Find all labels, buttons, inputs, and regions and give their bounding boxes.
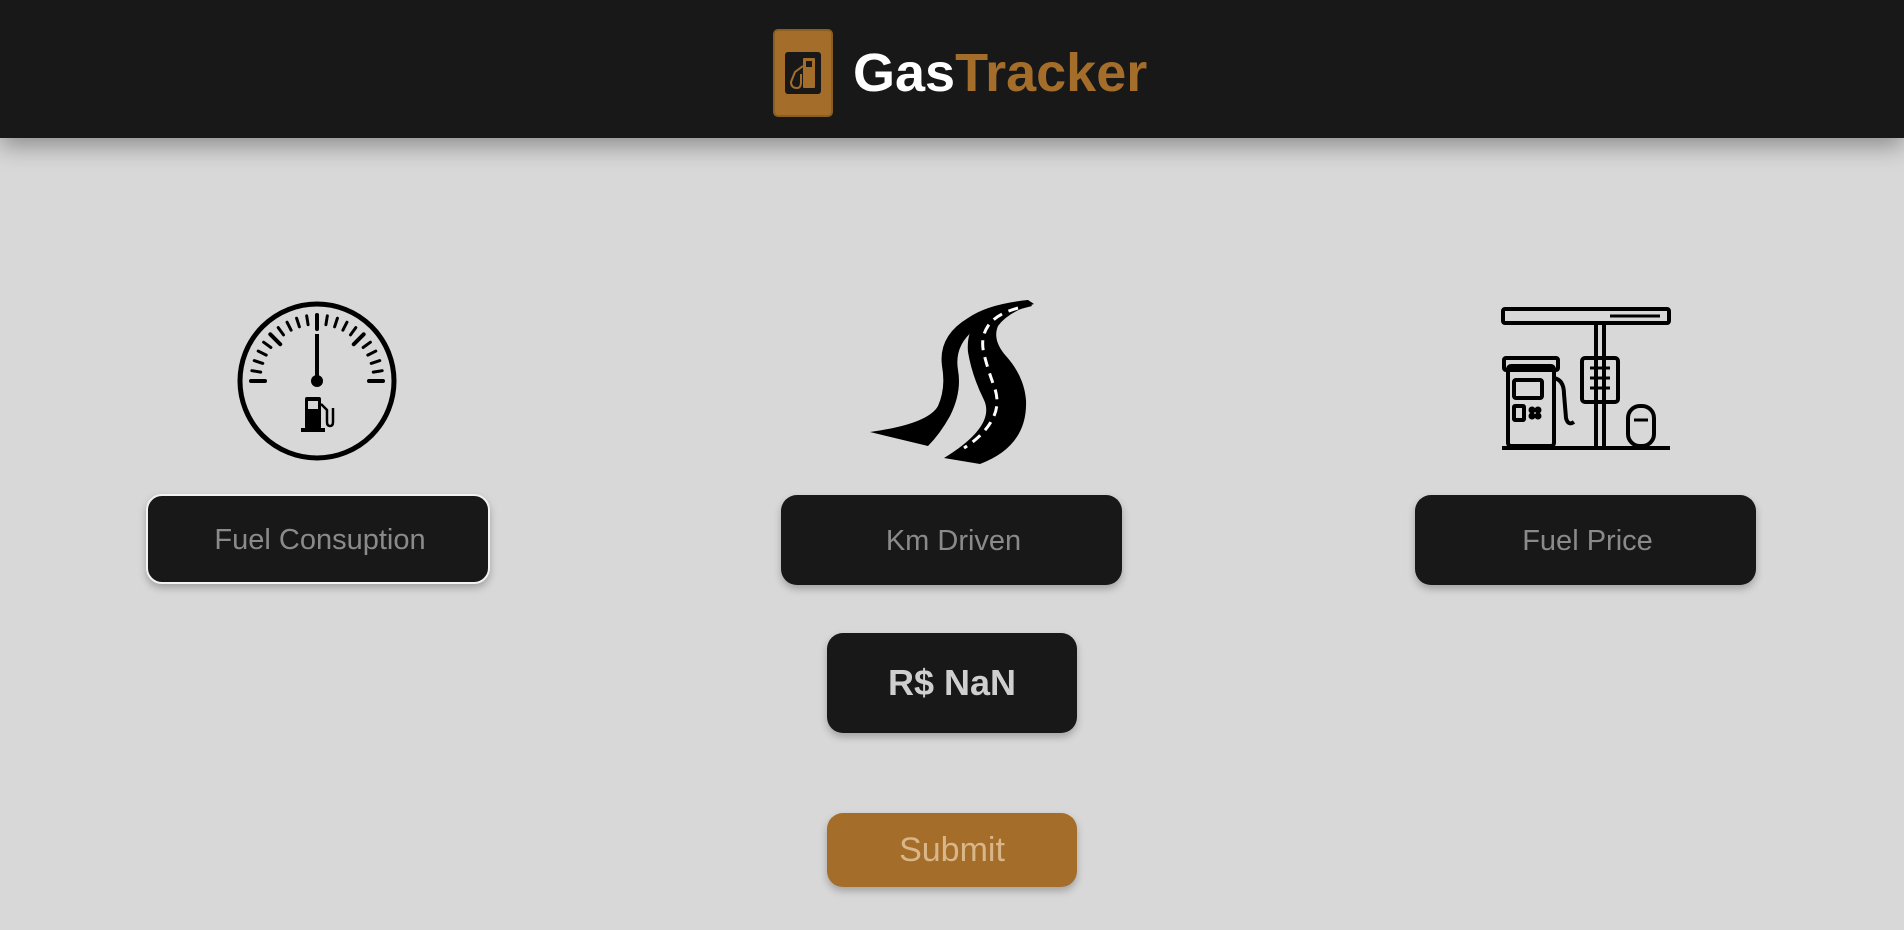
gauge-tick bbox=[262, 340, 273, 349]
gauge-tick bbox=[369, 359, 382, 365]
submit-button[interactable]: Submit bbox=[827, 813, 1077, 887]
gauge-tick bbox=[349, 326, 358, 337]
gauge-tick bbox=[366, 349, 378, 357]
km-driven-field[interactable] bbox=[781, 495, 1126, 587]
brand-tracker: Tracker bbox=[955, 43, 1148, 103]
gauge-tick bbox=[351, 332, 366, 347]
gauge-tick bbox=[250, 369, 263, 374]
brand-gas: Gas bbox=[853, 43, 956, 103]
app: GasTracker Fuel Consuption Km Driven Fue… bbox=[0, 0, 1904, 930]
fuel-pump-icon bbox=[773, 29, 833, 117]
gas-station-icon bbox=[1500, 306, 1672, 456]
gauge-tick bbox=[276, 326, 285, 337]
road-icon bbox=[868, 296, 1034, 466]
gauge-tick bbox=[268, 332, 283, 347]
gauge-tick bbox=[361, 340, 372, 349]
header: GasTracker bbox=[0, 0, 1904, 138]
result-display: R$ NaN bbox=[827, 633, 1077, 733]
fuel-price-input[interactable] bbox=[1415, 495, 1760, 587]
gauge-tick bbox=[371, 369, 384, 374]
fuel-gauge-icon bbox=[234, 300, 400, 462]
gauge-tick bbox=[324, 314, 329, 327]
app-title: GasTracker bbox=[853, 46, 1147, 100]
gauge-tick bbox=[305, 314, 310, 327]
brand: GasTracker bbox=[773, 29, 1147, 117]
fuel-consumption-input[interactable] bbox=[148, 496, 492, 584]
gauge-tick bbox=[285, 320, 293, 332]
fuel-consumption-field[interactable] bbox=[146, 494, 492, 584]
gauge-tick bbox=[295, 316, 301, 329]
km-driven-input[interactable] bbox=[781, 495, 1126, 587]
gauge-tick bbox=[252, 359, 265, 365]
gauge-tick bbox=[333, 316, 339, 329]
gauge-tick bbox=[341, 320, 349, 332]
gauge-tick bbox=[256, 349, 268, 357]
fuel-price-field[interactable] bbox=[1415, 495, 1760, 587]
